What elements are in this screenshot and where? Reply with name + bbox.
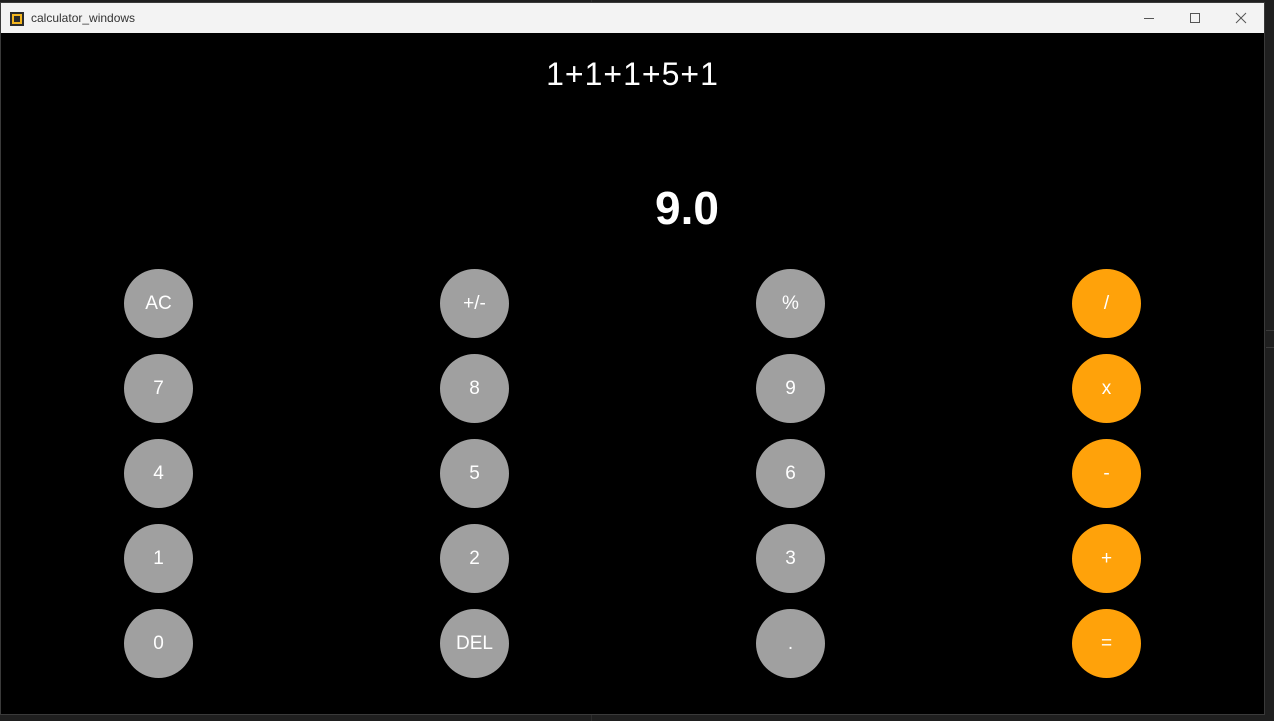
plus-button[interactable]: + (1072, 524, 1141, 593)
digit-5-button[interactable]: 5 (440, 439, 509, 508)
digit-1-button[interactable]: 1 (124, 524, 193, 593)
close-icon (1235, 12, 1247, 24)
digit-3-button[interactable]: 3 (756, 524, 825, 593)
multiply-button[interactable]: x (1072, 354, 1141, 423)
result-display: 9.0 (655, 182, 719, 234)
window-title: calculator_windows (31, 11, 136, 25)
ac-button[interactable]: AC (124, 269, 193, 338)
divide-button[interactable]: / (1072, 269, 1141, 338)
digit-2-button[interactable]: 2 (440, 524, 509, 593)
delete-button[interactable]: DEL (440, 609, 509, 678)
decimal-point-button[interactable]: . (756, 609, 825, 678)
plus-minus-button[interactable]: +/- (440, 269, 509, 338)
digit-6-button[interactable]: 6 (756, 439, 825, 508)
close-button[interactable] (1218, 3, 1264, 33)
maximize-icon (1190, 13, 1200, 23)
window-controls (1126, 3, 1264, 33)
equals-button[interactable]: = (1072, 609, 1141, 678)
digit-4-button[interactable]: 4 (124, 439, 193, 508)
digit-7-button[interactable]: 7 (124, 354, 193, 423)
background-divider (1266, 330, 1274, 331)
minimize-icon (1144, 18, 1154, 19)
digit-0-button[interactable]: 0 (124, 609, 193, 678)
app-icon (10, 11, 24, 26)
digit-8-button[interactable]: 8 (440, 354, 509, 423)
calculator-window: calculator_windows 1+1+1+5+1 9.0 AC +/- … (0, 2, 1265, 715)
background-divider (1266, 347, 1274, 348)
digit-9-button[interactable]: 9 (756, 354, 825, 423)
percent-button[interactable]: % (756, 269, 825, 338)
minimize-button[interactable] (1126, 3, 1172, 33)
title-bar[interactable]: calculator_windows (1, 3, 1264, 33)
expression-display: 1+1+1+5+1 (546, 56, 719, 92)
minus-button[interactable]: - (1072, 439, 1141, 508)
maximize-button[interactable] (1172, 3, 1218, 33)
